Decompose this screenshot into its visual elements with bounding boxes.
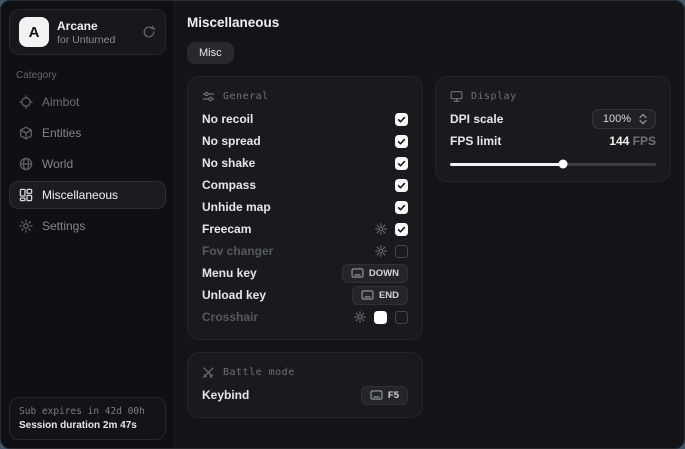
setting-row: Keybind F5 [202, 384, 408, 406]
sidebar-item-entities[interactable]: Entities [9, 119, 166, 147]
sidebar-item-settings[interactable]: Settings [9, 212, 166, 240]
crosshair-checkbox[interactable] [395, 311, 408, 324]
no-recoil-checkbox[interactable] [395, 113, 408, 126]
sidebar-item-aimbot[interactable]: Aimbot [9, 88, 166, 116]
freecam-checkbox[interactable] [395, 223, 408, 236]
cube-icon [19, 126, 33, 140]
page-title: Miscellaneous [187, 15, 670, 30]
sidebar-item-label: Aimbot [42, 95, 79, 109]
key-label: END [379, 290, 399, 301]
fov-settings-gear-icon[interactable] [375, 245, 387, 257]
display-panel: Display DPI scale 100% [435, 76, 671, 182]
setting-row: Unhide map [202, 196, 408, 218]
sliders-icon [202, 90, 215, 103]
setting-label: No shake [202, 156, 255, 170]
setting-row: Compass [202, 174, 408, 196]
crosshair-color-swatch[interactable] [374, 311, 387, 324]
panel-title: Display [471, 91, 517, 102]
crosshair-settings-gear-icon[interactable] [354, 311, 366, 323]
setting-label: FPS limit [450, 134, 501, 148]
keyboard-icon [361, 290, 374, 300]
setting-row: DPI scale 100% [450, 108, 656, 130]
globe-icon [19, 157, 33, 171]
swords-icon [202, 366, 215, 379]
session-duration-text: Session duration 2m 47s [19, 420, 156, 431]
tab-misc[interactable]: Misc [187, 42, 234, 64]
no-spread-checkbox[interactable] [395, 135, 408, 148]
setting-label: No recoil [202, 112, 253, 126]
setting-row: No spread [202, 130, 408, 152]
no-shake-checkbox[interactable] [395, 157, 408, 170]
check-icon [397, 137, 406, 146]
check-icon [397, 181, 406, 190]
sidebar-nav: Aimbot Entities World [9, 88, 166, 240]
setting-label: Fov changer [202, 244, 273, 258]
compass-checkbox[interactable] [395, 179, 408, 192]
check-icon [397, 159, 406, 168]
setting-row: Unload key END [202, 284, 408, 306]
slider-fill [450, 163, 563, 166]
setting-label: Keybind [202, 388, 249, 402]
main-content: Miscellaneous Misc General [175, 1, 684, 448]
slider-thumb[interactable] [559, 160, 568, 169]
setting-label: Freecam [202, 222, 251, 236]
check-icon [397, 115, 406, 124]
sidebar-item-label: Settings [42, 219, 85, 233]
sidebar-item-label: Miscellaneous [42, 188, 118, 202]
setting-label: Unload key [202, 288, 266, 302]
battle-mode-panel: Battle mode Keybind F5 [187, 352, 423, 418]
setting-label: Compass [202, 178, 256, 192]
sidebar-item-miscellaneous[interactable]: Miscellaneous [9, 181, 166, 209]
setting-label: Crosshair [202, 310, 258, 324]
fov-changer-checkbox[interactable] [395, 245, 408, 258]
setting-row: Fov changer [202, 240, 408, 262]
setting-row: No recoil [202, 108, 408, 130]
setting-label: Unhide map [202, 200, 271, 214]
fps-limit-slider[interactable] [450, 158, 656, 170]
setting-label: Menu key [202, 266, 257, 280]
check-icon [397, 225, 406, 234]
setting-row: No shake [202, 152, 408, 174]
general-panel: General No recoil No spread [187, 76, 423, 340]
key-label: F5 [388, 390, 399, 401]
grid-icon [19, 188, 33, 202]
sidebar-item-label: World [42, 157, 73, 171]
sync-icon[interactable] [142, 25, 156, 39]
crosshair-icon [19, 95, 33, 109]
key-label: DOWN [369, 268, 399, 279]
chevrons-up-down-icon [638, 113, 648, 125]
dpi-scale-value: 100% [603, 113, 631, 125]
app-name: Arcane [57, 19, 115, 33]
subscription-card: Sub expires in 42d 00h Session duration … [9, 397, 166, 440]
setting-row: Menu key DOWN [202, 262, 408, 284]
panel-title: General [223, 91, 269, 102]
battle-keybind-binding[interactable]: F5 [361, 386, 408, 405]
keyboard-icon [370, 390, 383, 400]
freecam-settings-gear-icon[interactable] [375, 223, 387, 235]
app-window: A Arcane for Unturned Category Aimbot [0, 0, 685, 449]
setting-row: Crosshair [202, 306, 408, 328]
unload-key-binding[interactable]: END [352, 286, 408, 305]
sidebar: A Arcane for Unturned Category Aimbot [1, 1, 175, 448]
panel-title: Battle mode [223, 367, 295, 378]
category-label: Category [16, 70, 159, 81]
keyboard-icon [351, 268, 364, 278]
unhide-map-checkbox[interactable] [395, 201, 408, 214]
app-subtitle: for Unturned [57, 34, 115, 46]
setting-row: FPS limit 144 FPS [450, 130, 656, 152]
setting-label: No spread [202, 134, 261, 148]
check-icon [397, 203, 406, 212]
monitor-icon [450, 90, 463, 103]
sub-expiry-text: Sub expires in 42d 00h [19, 406, 156, 417]
sidebar-item-label: Entities [42, 126, 81, 140]
dpi-scale-select[interactable]: 100% [592, 109, 656, 129]
sidebar-item-world[interactable]: World [9, 150, 166, 178]
app-logo: A [19, 17, 49, 47]
fps-limit-value: 144 FPS [609, 134, 656, 148]
gear-icon [19, 219, 33, 233]
setting-row: Freecam [202, 218, 408, 240]
app-header-card: A Arcane for Unturned [9, 9, 166, 55]
setting-label: DPI scale [450, 112, 503, 126]
menu-key-binding[interactable]: DOWN [342, 264, 408, 283]
